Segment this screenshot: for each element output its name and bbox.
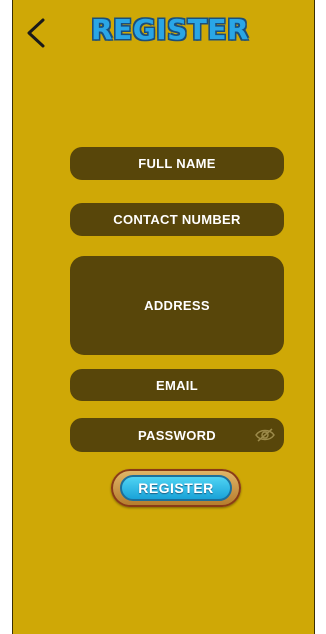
address-field[interactable]: ADDRESS (70, 256, 284, 355)
password-placeholder: PASSWORD (138, 427, 216, 443)
contact-number-placeholder: CONTACT NUMBER (113, 212, 241, 227)
address-placeholder: ADDRESS (144, 298, 210, 313)
register-screen: REGISTER FULL NAME CONTACT NUMBER ADDRES… (12, 0, 315, 634)
full-name-placeholder: FULL NAME (138, 156, 216, 171)
page-title: REGISTER (91, 13, 250, 46)
full-name-field[interactable]: FULL NAME (70, 147, 284, 180)
register-button-label: REGISTER (120, 475, 232, 501)
contact-number-field[interactable]: CONTACT NUMBER (70, 203, 284, 236)
chevron-left-icon (27, 18, 45, 48)
back-button[interactable] (23, 16, 49, 50)
email-placeholder: EMAIL (156, 377, 198, 393)
password-field[interactable]: PASSWORD (70, 418, 284, 452)
register-button[interactable]: REGISTER (111, 469, 241, 507)
eye-off-icon[interactable] (254, 427, 276, 443)
email-field[interactable]: EMAIL (70, 369, 284, 401)
